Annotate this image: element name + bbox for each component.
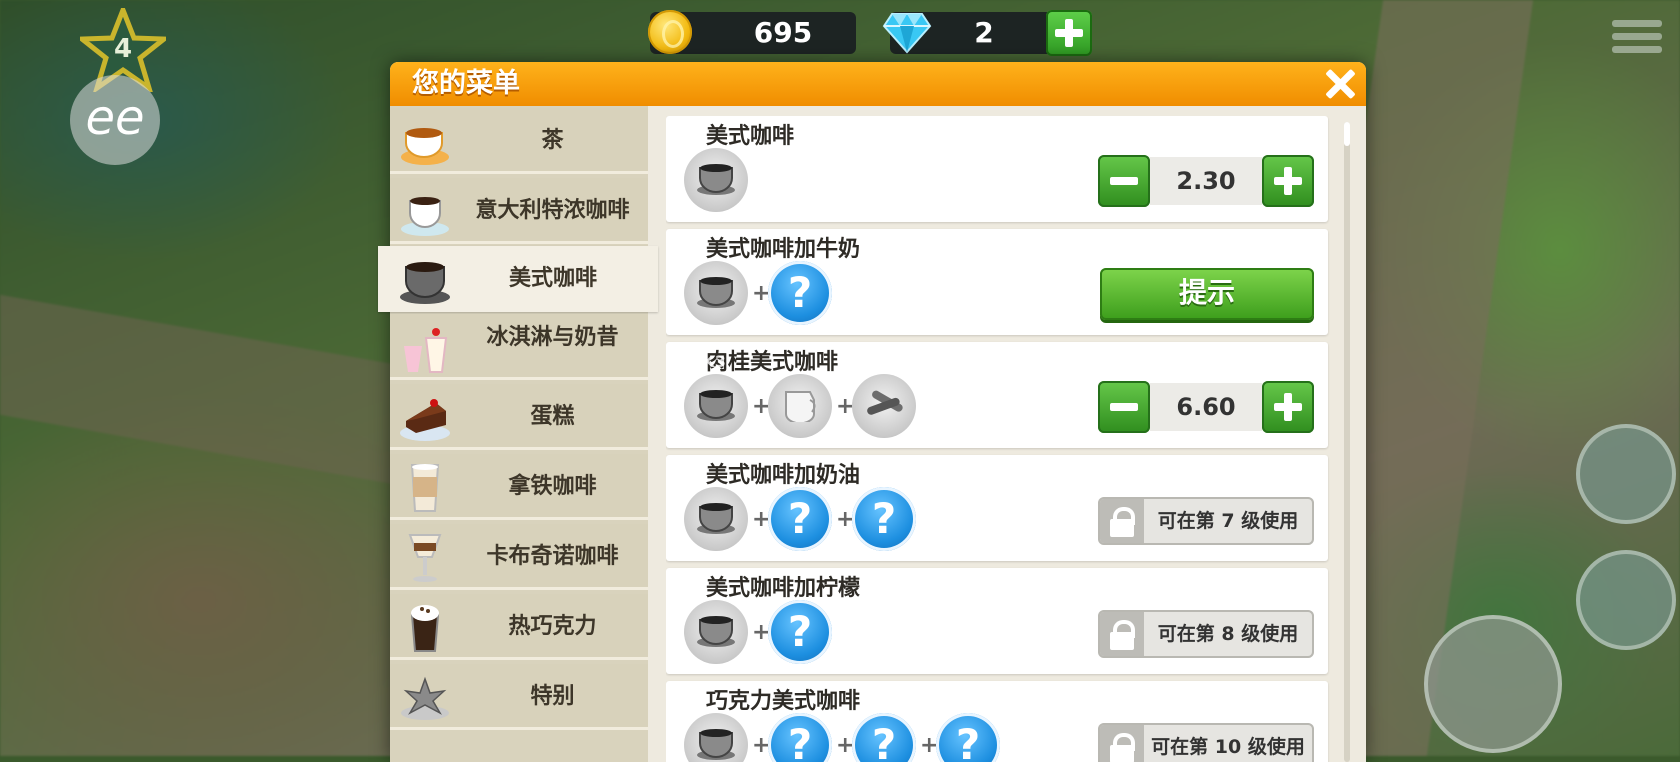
hint-button[interactable]: 提示 [1100, 268, 1314, 320]
close-icon[interactable] [1322, 66, 1358, 102]
cash-register-icon[interactable] [1424, 615, 1562, 753]
price-stepper: 6.60 [1098, 381, 1314, 433]
coffee-cup-ingredient-icon [684, 374, 748, 438]
unknown-ingredient-icon [852, 713, 916, 762]
ee-logo: ee [70, 75, 160, 165]
recipe-name: 美式咖啡加奶油 [706, 463, 861, 488]
hamburger-menu-icon[interactable] [1612, 20, 1662, 56]
category-label: 美式咖啡 [508, 266, 597, 291]
hot-air-balloon-icon[interactable] [1576, 424, 1676, 524]
category-cake[interactable]: 蛋糕 [390, 384, 648, 450]
coffee-cup-ingredient-icon [684, 713, 748, 762]
menu-dialog: 您的菜单 茶 意大利特浓咖啡 美式咖啡 冰淇淋与奶昔 蛋糕 拿铁咖啡 卡布奇诺咖… [378, 62, 1366, 762]
cappuccino-glass-icon [408, 534, 442, 582]
americano-cup-icon [400, 262, 450, 304]
buy-gems-button[interactable] [1046, 10, 1092, 56]
star-anise-icon [401, 676, 449, 720]
unlock-level-text: 可在第 10 级使用 [1151, 736, 1305, 758]
dialog-title: 您的菜单 [412, 68, 520, 99]
decrease-price-button[interactable] [1098, 381, 1150, 433]
recipe-scrollbar[interactable] [1344, 122, 1350, 762]
coffee-cup-ingredient-icon [684, 487, 748, 551]
category-hot-chocolate[interactable]: 热巧克力 [390, 594, 648, 660]
category-americano[interactable]: 美式咖啡 [378, 246, 658, 312]
category-sidebar: 茶 意大利特浓咖啡 美式咖啡 冰淇淋与奶昔 蛋糕 拿铁咖啡 卡布奇诺咖啡 热巧克… [378, 106, 658, 762]
milk-jug-ingredient-icon [768, 374, 832, 438]
unknown-ingredient-icon [852, 487, 916, 551]
unlock-level-text: 可在第 8 级使用 [1157, 623, 1299, 645]
coin-icon [648, 10, 692, 54]
ice-cream-icon [404, 328, 448, 373]
coffee-cup-ingredient-icon [684, 261, 748, 325]
hot-chocolate-icon [410, 605, 440, 652]
unknown-ingredient-icon [768, 261, 832, 325]
recipe-name: 美式咖啡加柠檬 [706, 576, 861, 601]
gem-amount: 2 [974, 16, 994, 49]
category-label: 拿铁咖啡 [508, 474, 597, 499]
category-label: 卡布奇诺咖啡 [486, 544, 619, 569]
coffee-cup-ingredient-icon [684, 148, 748, 212]
recipe-card-chocolate-americano: 巧克力美式咖啡 + + + 可在第 10 级使用 [666, 681, 1328, 762]
category-label: 热巧克力 [508, 614, 597, 639]
lock-icon [1100, 612, 1144, 656]
recipe-name: 美式咖啡 [706, 124, 795, 149]
unlock-level-text: 可在第 7 级使用 [1157, 510, 1299, 532]
player-level: 4 [113, 34, 133, 64]
cake-icon [400, 399, 450, 441]
tea-cup-icon [401, 128, 449, 165]
decrease-price-button[interactable] [1098, 155, 1150, 207]
cinnamon-ingredient-icon [852, 374, 916, 438]
locked-badge: 可在第 7 级使用 [1098, 497, 1314, 545]
recipe-name: 美式咖啡加牛奶 [706, 237, 861, 262]
unknown-ingredient-icon [936, 713, 1000, 762]
category-ice-cream[interactable]: 冰淇淋与奶昔 [390, 314, 648, 380]
scrollbar-thumb[interactable] [1344, 122, 1350, 146]
unknown-ingredient-icon [768, 600, 832, 664]
category-special[interactable]: 特别 [390, 664, 648, 730]
watermark: KK3 [690, 352, 726, 371]
recipe-name: 巧克力美式咖啡 [706, 689, 861, 714]
category-latte[interactable]: 拿铁咖啡 [390, 454, 648, 520]
increase-price-button[interactable] [1262, 155, 1314, 207]
recipe-card-americano-milk: 美式咖啡加牛奶 + 提示 [666, 229, 1328, 335]
coin-counter: 695 [648, 10, 856, 54]
category-label: 冰淇淋与奶昔 [486, 325, 619, 350]
category-label: 蛋糕 [530, 404, 575, 429]
price-value: 2.30 [1150, 157, 1262, 205]
price-value: 6.60 [1150, 383, 1262, 431]
category-espresso[interactable]: 意大利特浓咖啡 [390, 178, 648, 244]
category-cappuccino[interactable]: 卡布奇诺咖啡 [390, 524, 648, 590]
recipe-card-americano: 美式咖啡 2.30 [666, 116, 1328, 222]
espresso-cup-icon [401, 197, 449, 236]
lock-icon [1100, 725, 1144, 762]
lock-icon [1100, 499, 1144, 543]
recipe-card-americano-cream: 美式咖啡加奶油 + + 可在第 7 级使用 [666, 455, 1328, 561]
locked-badge: 可在第 8 级使用 [1098, 610, 1314, 658]
coin-amount: 695 [753, 16, 813, 49]
category-label: 意大利特浓咖啡 [475, 198, 630, 223]
locked-badge: 可在第 10 级使用 [1098, 723, 1314, 762]
price-stepper: 2.30 [1098, 155, 1314, 207]
coffee-cup-ingredient-icon [684, 600, 748, 664]
background-path [0, 294, 400, 486]
latte-glass-icon [410, 464, 440, 512]
diamond-icon [882, 13, 932, 54]
unknown-ingredient-icon [768, 487, 832, 551]
increase-price-button[interactable] [1262, 381, 1314, 433]
category-label: 茶 [541, 128, 564, 153]
unknown-ingredient-icon [768, 713, 832, 762]
recipe-card-cinnamon-americano: 肉桂美式咖啡 + + 6.60 [666, 342, 1328, 448]
recipe-list: 美式咖啡 2.30 美式咖啡加牛奶 + 提示 肉桂美式咖啡 + + [666, 116, 1334, 762]
category-label: 特别 [530, 684, 575, 709]
recipe-card-americano-lemon: 美式咖啡加柠檬 + 可在第 8 级使用 [666, 568, 1328, 674]
dialog-header: 您的菜单 [390, 62, 1366, 106]
category-tea[interactable]: 茶 [390, 108, 648, 174]
gem-counter: 2 [882, 10, 1092, 56]
menu-board-icon[interactable] [1576, 550, 1676, 650]
